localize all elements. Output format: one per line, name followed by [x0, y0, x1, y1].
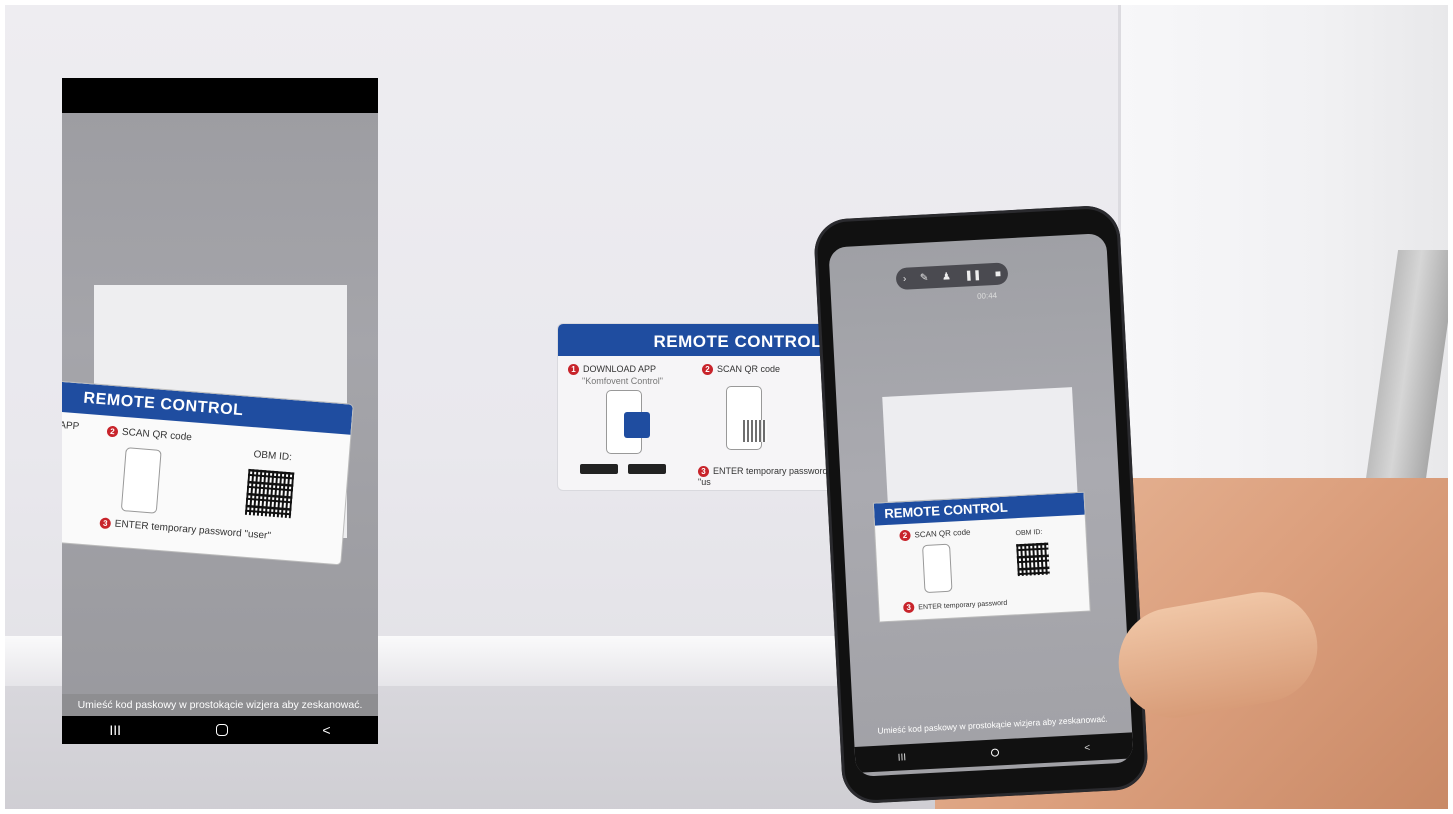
- recents-button[interactable]: III: [109, 722, 121, 738]
- step-number: 3: [99, 517, 112, 530]
- home-button[interactable]: [215, 724, 228, 736]
- remote-control-label: REMOTE CONTROL 1 DOWNLOAD APP "Komfovent …: [557, 323, 839, 491]
- card-step-app: APP: [62, 419, 80, 433]
- card-step-enter: 3 ENTER temporary password: [903, 597, 1008, 614]
- scanned-label-card: REMOTE CONTROL 2 SCAN QR code OBM ID: 3 EN…: [873, 492, 1090, 622]
- step-number: 2: [702, 364, 713, 375]
- device-screen: › ✎ ♟ ❚❚ ■ 00:44 REMOTE CONTROL 2 SCAN QR…: [828, 233, 1134, 777]
- recording-time: 00:44: [976, 290, 998, 301]
- scanner-screen-left: REMOTE CONTROL APP 2 SCAN QR code OBM ID:…: [62, 78, 378, 744]
- step-number: 3: [903, 601, 915, 614]
- status-bar: [62, 78, 378, 113]
- android-nav-bar: III <: [854, 732, 1134, 773]
- app-store-badge: [628, 464, 666, 474]
- back-button[interactable]: <: [322, 722, 330, 738]
- card-qr-label: OBM ID:: [253, 449, 293, 464]
- home-button[interactable]: [991, 748, 1000, 757]
- step-number: 2: [106, 425, 119, 438]
- scan-viewfinder: [882, 387, 1078, 512]
- card-step-scan: 2 SCAN QR code: [106, 425, 192, 443]
- pause-icon[interactable]: ❚❚: [964, 269, 981, 281]
- smartphone-device: › ✎ ♟ ❚❚ ■ 00:44 REMOTE CONTROL 2 SCAN QR…: [812, 204, 1150, 805]
- card-step-scan: 2 SCAN QR code: [899, 527, 971, 542]
- app-icon: [624, 412, 650, 438]
- chevron-right-icon[interactable]: ›: [903, 273, 907, 284]
- back-button[interactable]: <: [1084, 742, 1090, 753]
- label-step-scan: 2 SCAN QR code: [702, 364, 780, 375]
- label-step-download: 1 DOWNLOAD APP: [568, 364, 656, 375]
- card-qr-label: OBM ID:: [1015, 528, 1043, 538]
- label-title: REMOTE CONTROL: [558, 324, 838, 356]
- step-number: 2: [899, 529, 911, 542]
- qr-code-graphic: [743, 420, 767, 442]
- card-step-enter: 3 ENTER temporary password "user": [99, 517, 271, 542]
- stop-icon[interactable]: ■: [995, 268, 1002, 279]
- phone-illustration: [120, 447, 162, 514]
- pencil-icon[interactable]: ✎: [920, 272, 929, 283]
- label-app-name: "Komfovent Control": [582, 376, 663, 386]
- android-nav-bar: III <: [62, 716, 378, 744]
- person-icon[interactable]: ♟: [942, 271, 952, 282]
- google-play-badge: [580, 464, 618, 474]
- screen-recorder-toolbar: › ✎ ♟ ❚❚ ■: [895, 262, 1009, 291]
- photo-scene: REMOTE CONTROL 1 DOWNLOAD APP "Komfovent …: [0, 0, 1453, 814]
- scan-hint-text: Umieść kod paskowy w prostokącie wizjera…: [877, 713, 1108, 736]
- phone-illustration: [922, 543, 953, 594]
- step-number: 1: [568, 364, 579, 375]
- scanned-label-card: REMOTE CONTROL APP 2 SCAN QR code OBM ID:…: [62, 381, 353, 565]
- qr-code-graphic: [1016, 542, 1050, 577]
- scan-hint-text: Umieść kod paskowy w prostokącie wizjera…: [62, 694, 378, 716]
- qr-code-graphic: [244, 468, 295, 519]
- label-step-enter: 3 ENTER temporary password "us: [698, 466, 828, 487]
- recents-button[interactable]: III: [897, 752, 906, 763]
- step-number: 3: [698, 466, 709, 477]
